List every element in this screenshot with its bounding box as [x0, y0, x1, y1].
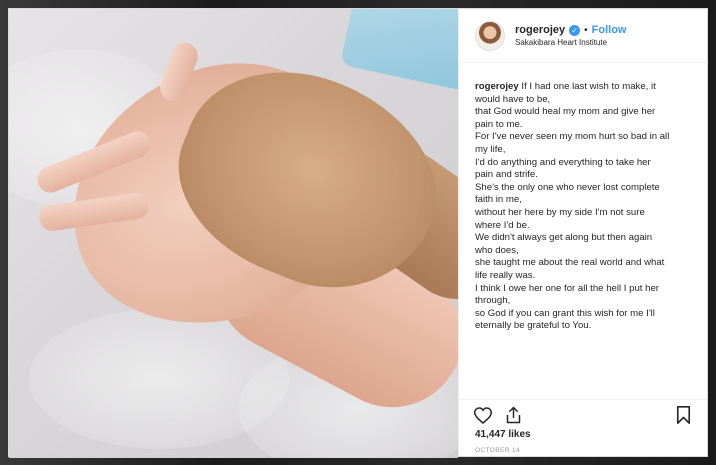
- caption-line: so God if you can grant this wish for me…: [475, 307, 655, 319]
- likes-count[interactable]: 41,447 likes: [475, 429, 531, 440]
- share-icon[interactable]: [503, 405, 523, 425]
- verified-badge-icon: ✓: [569, 24, 581, 36]
- location-link[interactable]: Sakakibara Heart Institute: [515, 38, 626, 47]
- caption-line: faith in me,: [475, 194, 522, 206]
- caption-line: She's the only one who never lost comple…: [475, 181, 660, 193]
- caption-line: through,: [475, 295, 511, 307]
- post-caption: rogerojey If I had one last wish to make…: [459, 63, 707, 333]
- caption-line: who does,: [475, 244, 519, 256]
- caption-line: For I've never seen my mom hurt so bad i…: [475, 131, 670, 143]
- caption-line: pain and strife.: [475, 169, 538, 181]
- username[interactable]: rogerojey: [515, 24, 565, 36]
- caption-line: she taught me about the real world and w…: [475, 257, 665, 269]
- post-photo: [9, 9, 458, 458]
- caption-line: We didn't always get along but then agai…: [475, 232, 653, 244]
- caption-line: pain to me.: [475, 118, 523, 130]
- follow-button[interactable]: Follow: [592, 24, 627, 36]
- post-date[interactable]: OCTOBER 14: [475, 447, 520, 454]
- post-sidebar: rogerojey ✓ • Follow Sakakibara Heart In…: [458, 9, 707, 456]
- caption-line: If I had one last wish to make, it: [521, 81, 656, 92]
- post-modal: rogerojey ✓ • Follow Sakakibara Heart In…: [8, 8, 708, 458]
- separator-dot: •: [584, 24, 588, 36]
- caption-line: would have to be,: [475, 93, 551, 105]
- caption-line: that God would heal my mom and give her: [475, 106, 656, 118]
- caption-line: eternally be grateful to You.: [475, 320, 592, 332]
- post-header: rogerojey ✓ • Follow Sakakibara Heart In…: [459, 9, 707, 63]
- avatar[interactable]: [475, 20, 505, 51]
- caption-line: I'd do anything and everything to take h…: [475, 156, 651, 168]
- heart-icon[interactable]: [473, 405, 493, 425]
- caption-line: without her here by my side I'm not sure: [475, 206, 645, 218]
- caption-line: life really was.: [475, 269, 536, 281]
- caption-line: my life,: [475, 143, 506, 155]
- action-bar: [459, 401, 707, 429]
- caption-username[interactable]: rogerojey: [475, 81, 519, 92]
- actions-divider: [459, 399, 707, 400]
- caption-line: I think I owe her one for all the hell I…: [475, 282, 659, 294]
- blue-towel: [340, 9, 458, 92]
- caption-line: where I'd be.: [475, 219, 530, 231]
- bookmark-icon[interactable]: [673, 405, 693, 425]
